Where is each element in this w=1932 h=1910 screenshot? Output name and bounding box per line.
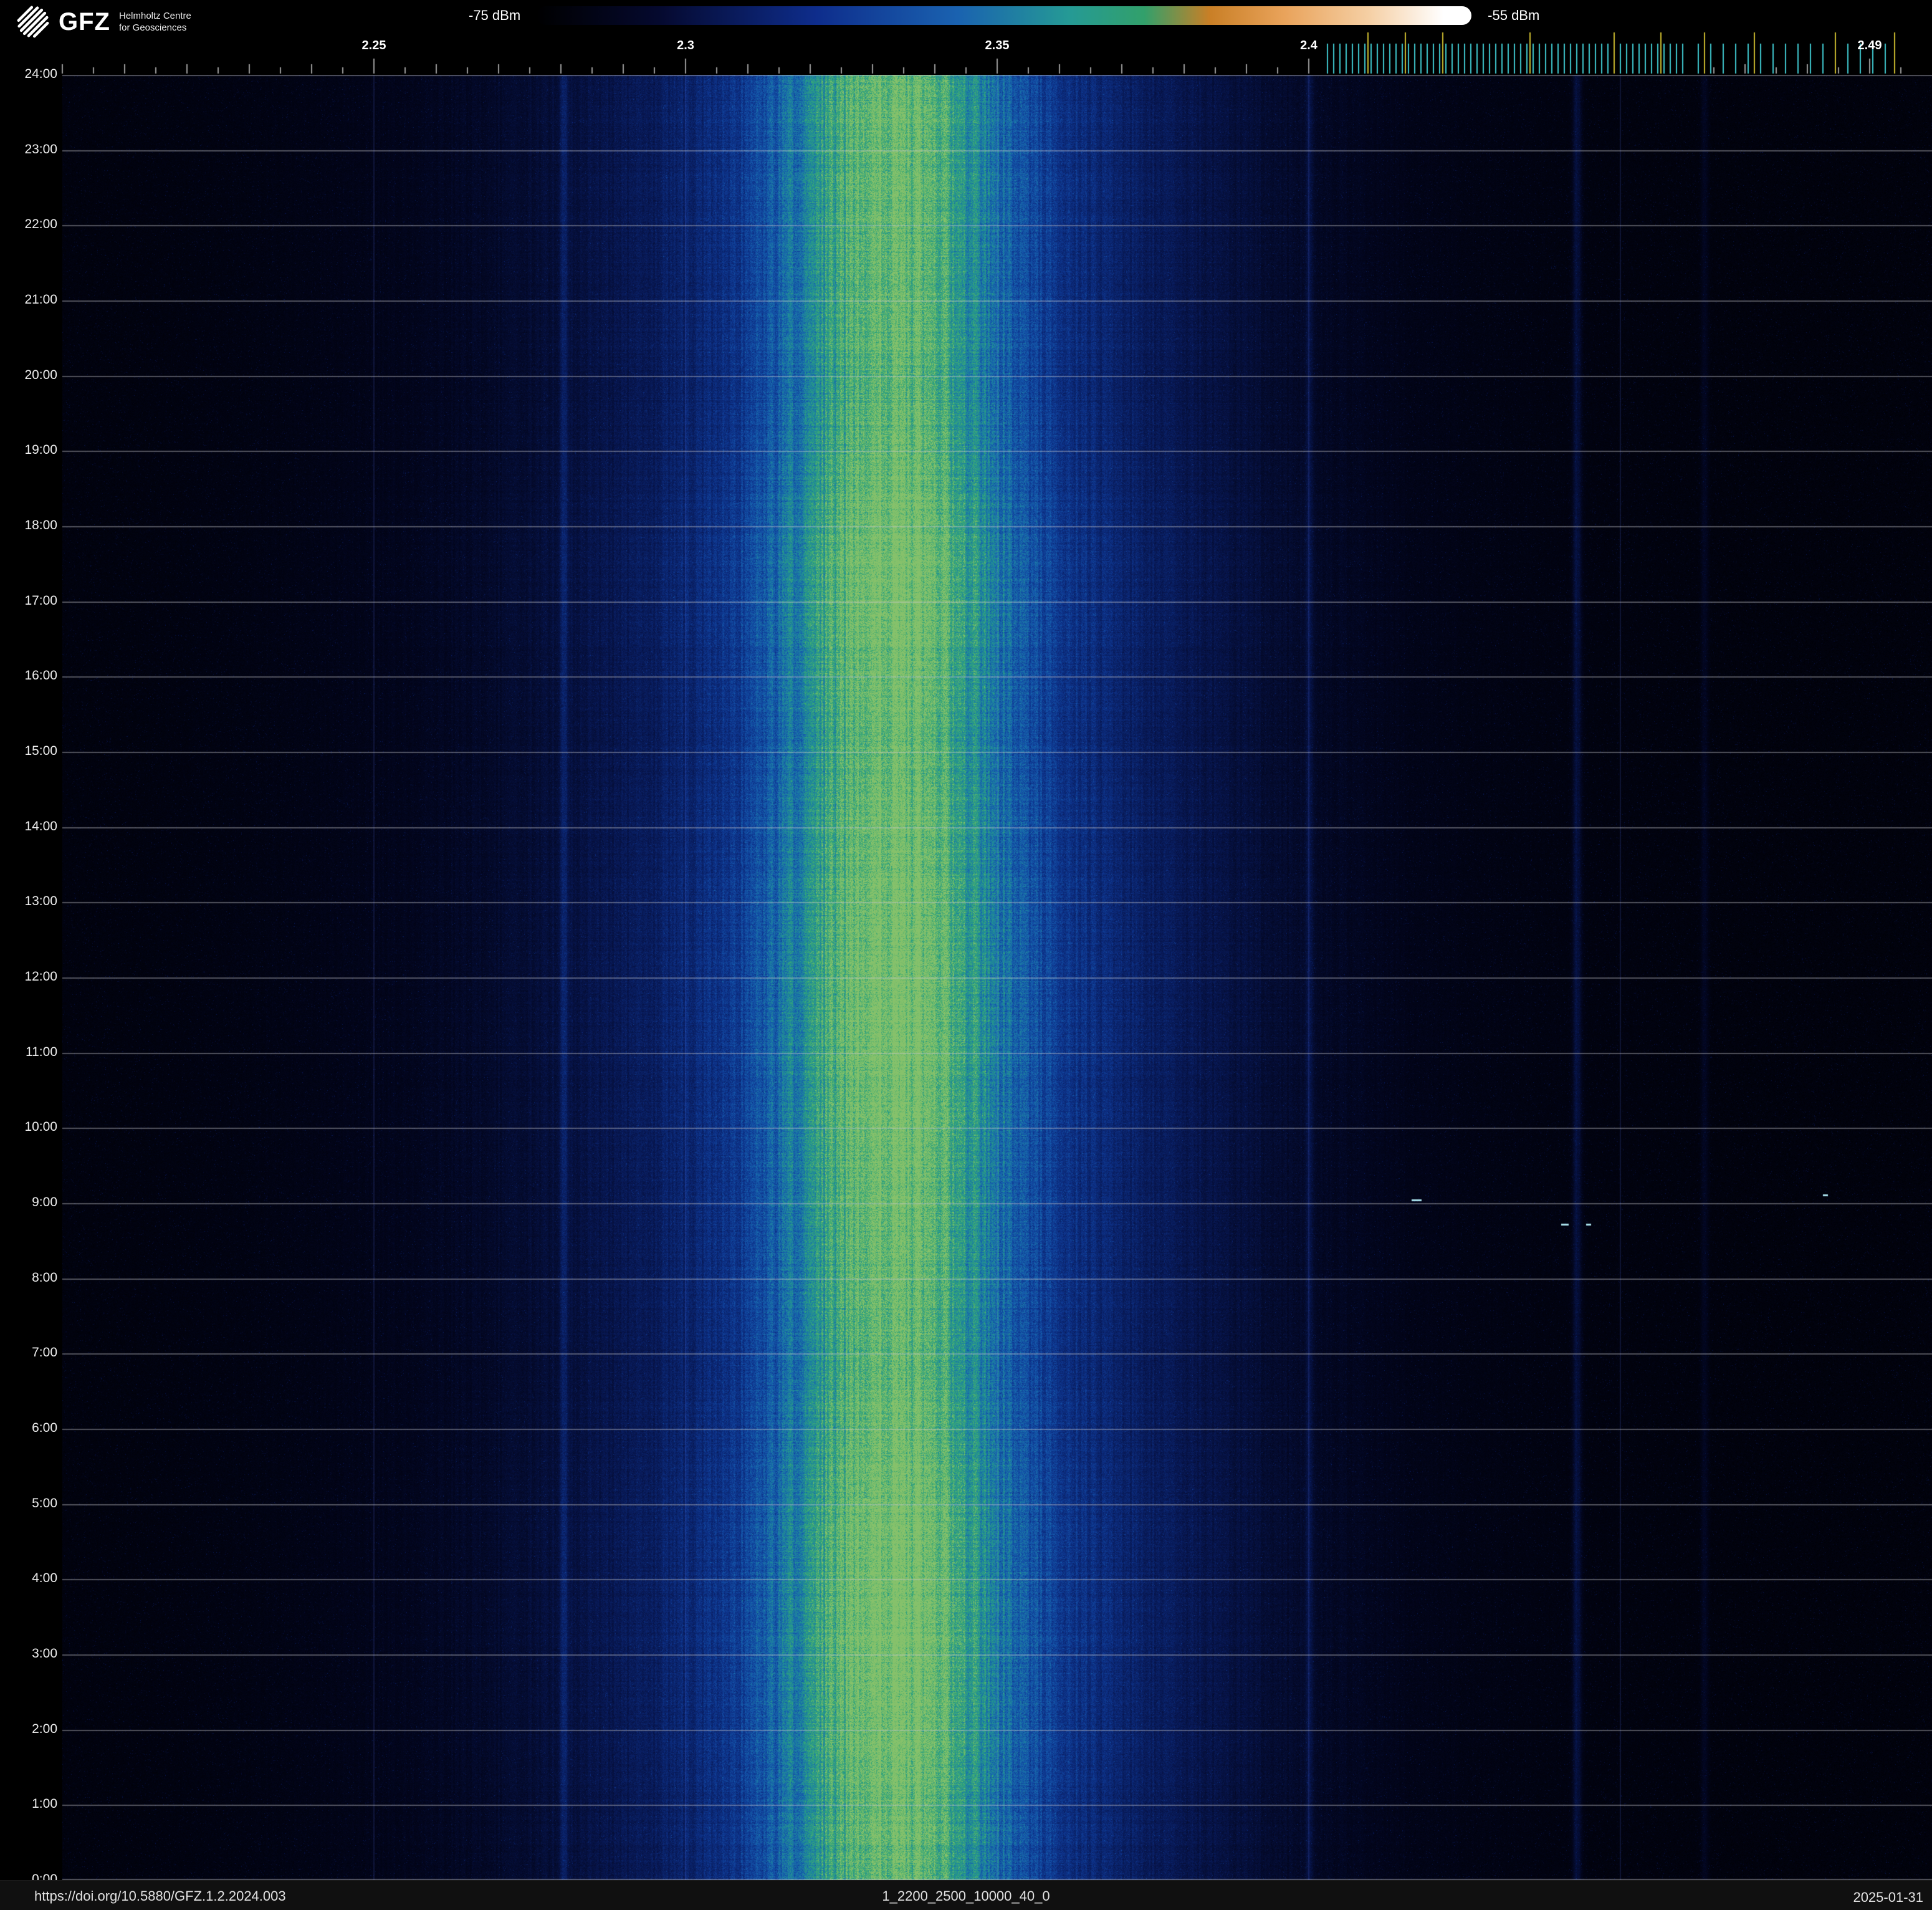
time-tick-label: 12:00 xyxy=(0,969,57,984)
time-tick-label: 18:00 xyxy=(0,518,57,533)
time-tick-label: 19:00 xyxy=(0,443,57,458)
time-tick-label: 4:00 xyxy=(0,1571,57,1586)
time-tick-label: 23:00 xyxy=(0,142,57,157)
time-tick-label: 15:00 xyxy=(0,744,57,759)
time-tick-label: 20:00 xyxy=(0,368,57,383)
freq-tick-label: 2.3 xyxy=(654,39,717,53)
footer-doi: https://doi.org/10.5880/GFZ.1.2.2024.003 xyxy=(34,1888,286,1904)
spectrogram-canvas xyxy=(62,75,1932,1880)
frequency-ticks-canvas xyxy=(0,0,1932,75)
time-tick-label: 7:00 xyxy=(0,1345,57,1360)
time-tick-label: 8:00 xyxy=(0,1270,57,1285)
time-tick-label: 9:00 xyxy=(0,1195,57,1210)
time-tick-label: 5:00 xyxy=(0,1496,57,1511)
time-tick-label: 3:00 xyxy=(0,1646,57,1661)
freq-tick-label: 2.25 xyxy=(343,39,405,53)
footer-bar: https://doi.org/10.5880/GFZ.1.2.2024.003… xyxy=(0,1880,1932,1910)
time-tick-label: 22:00 xyxy=(0,217,57,232)
time-tick-label: 14:00 xyxy=(0,819,57,834)
time-tick-label: 21:00 xyxy=(0,292,57,307)
time-tick-label: 24:00 xyxy=(0,67,57,82)
time-tick-label: 10:00 xyxy=(0,1120,57,1135)
time-tick-label: 2:00 xyxy=(0,1722,57,1737)
footer-dataset-id: 1_2200_2500_10000_40_0 xyxy=(882,1888,1050,1904)
time-tick-label: 6:00 xyxy=(0,1421,57,1436)
time-tick-label: 13:00 xyxy=(0,894,57,909)
freq-tick-label: 2.35 xyxy=(966,39,1028,53)
time-tick-label: 16:00 xyxy=(0,668,57,683)
freq-tick-label: 2.4 xyxy=(1278,39,1340,53)
spectrogram-app: GFZ Helmholtz Centre for Geosciences -75… xyxy=(0,0,1932,1910)
time-tick-label: 11:00 xyxy=(0,1045,57,1060)
footer-date: 2025-01-31 xyxy=(1853,1889,1923,1906)
freq-tick-label: 2.49 xyxy=(1839,39,1901,53)
time-tick-label: 17:00 xyxy=(0,593,57,608)
time-tick-label: 1:00 xyxy=(0,1797,57,1812)
